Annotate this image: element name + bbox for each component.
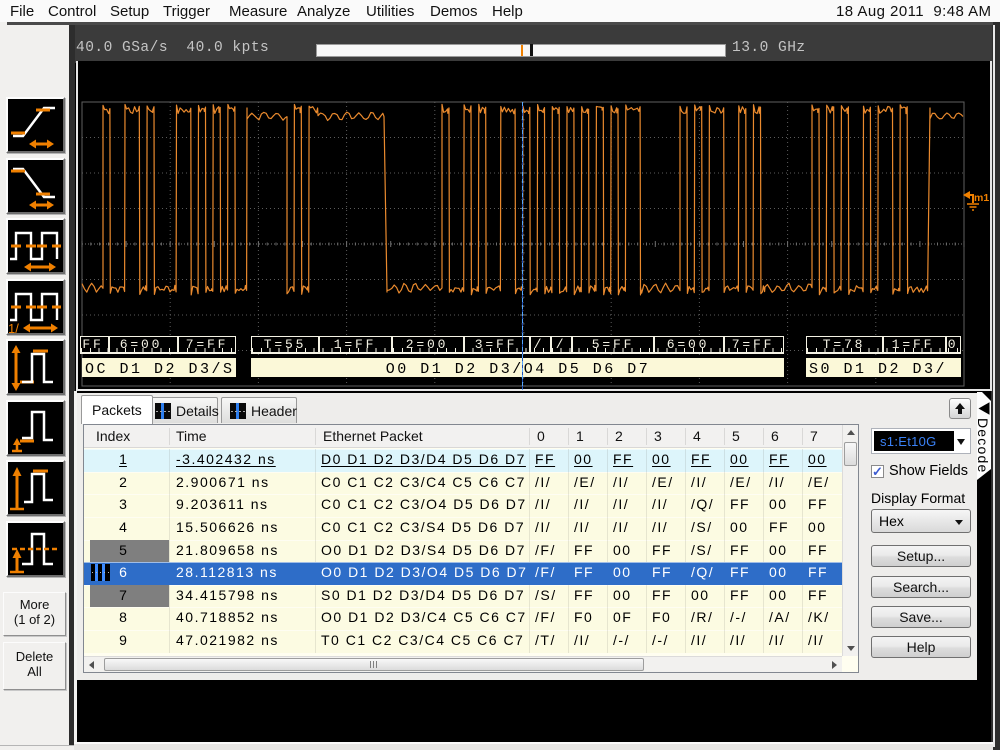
svg-text:m1: m1 [974, 192, 989, 204]
